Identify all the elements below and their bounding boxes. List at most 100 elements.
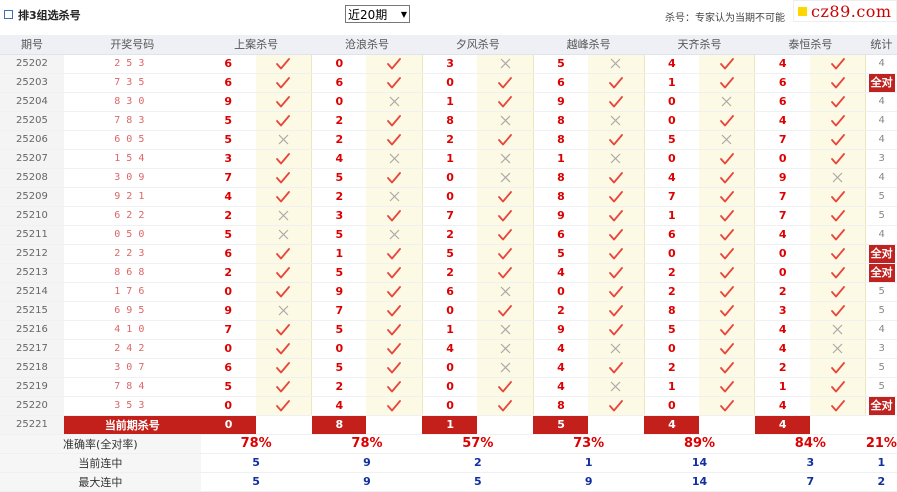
kill-number-cell: 9 [533,206,589,226]
kill-number-cell: 0 [644,396,700,416]
check-icon [477,130,534,150]
check-icon [809,377,867,397]
cross-icon [477,168,534,188]
table-row: 25215 695 9 7 0 2 8 3 5 [0,301,897,321]
current-kill-number: 0 [200,415,256,435]
check-icon [477,187,534,207]
cross-icon [255,301,313,321]
square-icon [4,10,13,19]
kill-number-cell: 6 [200,73,256,93]
check-icon [588,244,645,264]
period-cell: 25211 [0,225,64,245]
draw-number-cell: 176 [63,282,201,302]
site-logo[interactable]: cz89.com [793,0,897,22]
summary-value: 9 [311,472,423,492]
summary-row: 当前连中 5 9 2 1 14 3 1 [0,453,897,473]
kill-number-cell: 6 [754,92,810,112]
summary-value: 73% [533,434,645,454]
kill-number-cell: 0 [422,187,478,207]
stat-cell: 全对 [865,396,897,416]
summary-value: 14 [644,453,755,473]
kill-number-cell: 2 [200,263,256,283]
check-icon [809,130,867,150]
table-row: 25208 309 7 5 0 8 4 9 4 [0,168,897,188]
kill-number-cell: 0 [311,92,367,112]
kill-number-cell: 1 [644,206,700,226]
check-icon [477,396,534,416]
check-icon [255,377,313,397]
header-expert-5: 天齐杀号 [644,35,755,55]
check-icon [366,282,423,302]
summary-value: 9 [533,472,645,492]
check-icon [588,206,645,226]
current-kill-label: 当前期杀号 [63,415,201,435]
kill-number-cell: 2 [533,301,589,321]
kill-number-note: 杀号：专家认为当期不可能 [665,13,785,24]
cross-icon [588,339,645,359]
kill-number-cell: 4 [533,358,589,378]
logo-text: cz89.com [811,1,892,21]
stat-cell: 5 [865,301,897,321]
table-header-row: 期号 开奖号码 上案杀号 沧浪杀号 夕风杀号 越峰杀号 天齐杀号 泰恒杀号 统计 [0,35,897,55]
draw-number-cell: 309 [63,168,201,188]
check-icon [588,396,645,416]
check-icon [588,92,645,112]
kill-number-cell: 2 [644,358,700,378]
check-icon [588,73,645,93]
kill-number-cell: 5 [311,358,367,378]
kill-number-cell: 0 [422,73,478,93]
kill-number-cell: 5 [311,320,367,340]
kill-number-cell: 0 [200,339,256,359]
summary-value: 9 [311,453,423,473]
draw-number-cell: 242 [63,339,201,359]
table-row: 25204 830 9 0 1 9 0 6 4 [0,92,897,112]
kill-number-cell: 3 [200,149,256,169]
check-icon [255,92,313,112]
stat-cell: 4 [865,111,897,131]
header-draw: 开奖号码 [63,35,201,55]
draw-number-cell: 253 [63,54,201,74]
kill-number-cell: 6 [533,73,589,93]
stat-cell: 4 [865,92,897,112]
check-icon [809,358,867,378]
kill-number-cell: 7 [754,130,810,150]
kill-number-cell: 5 [200,225,256,245]
draw-number-cell: 410 [63,320,201,340]
kill-number-cell: 7 [422,206,478,226]
check-icon [366,301,423,321]
check-icon [255,73,313,93]
kill-number-cell: 4 [754,54,810,74]
check-icon [588,168,645,188]
draw-number-cell: 154 [63,149,201,169]
check-icon [477,92,534,112]
stat-cell: 3 [865,339,897,359]
kill-number-cell: 4 [533,339,589,359]
check-icon [699,54,756,74]
period-select[interactable]: 近20期 ▼ [345,5,410,23]
kill-number-cell: 4 [200,187,256,207]
current-kill-number: 4 [644,415,700,435]
kill-number-cell: 9 [533,320,589,340]
check-icon [809,263,867,283]
kill-number-cell: 4 [754,396,810,416]
summary-value: 5 [200,472,312,492]
kill-number-cell: 7 [200,320,256,340]
table-row: 25207 154 3 4 1 1 0 0 3 [0,149,897,169]
kill-number-cell: 2 [754,282,810,302]
kill-number-cell: 5 [311,168,367,188]
kill-number-cell: 0 [754,244,810,264]
draw-number-cell: 605 [63,130,201,150]
header-expert-4: 越峰杀号 [533,35,645,55]
stat-cell: 3 [865,149,897,169]
kill-number-cell: 3 [422,54,478,74]
check-icon [366,339,423,359]
summary-value: 89% [644,434,755,454]
summary-value: 78% [200,434,312,454]
kill-number-cell: 3 [754,301,810,321]
check-icon [809,282,867,302]
check-icon [255,187,313,207]
cross-icon [477,282,534,302]
stat-cell: 4 [865,320,897,340]
check-icon [699,396,756,416]
table-row: 25213 868 2 5 2 4 2 0 全对 [0,263,897,283]
